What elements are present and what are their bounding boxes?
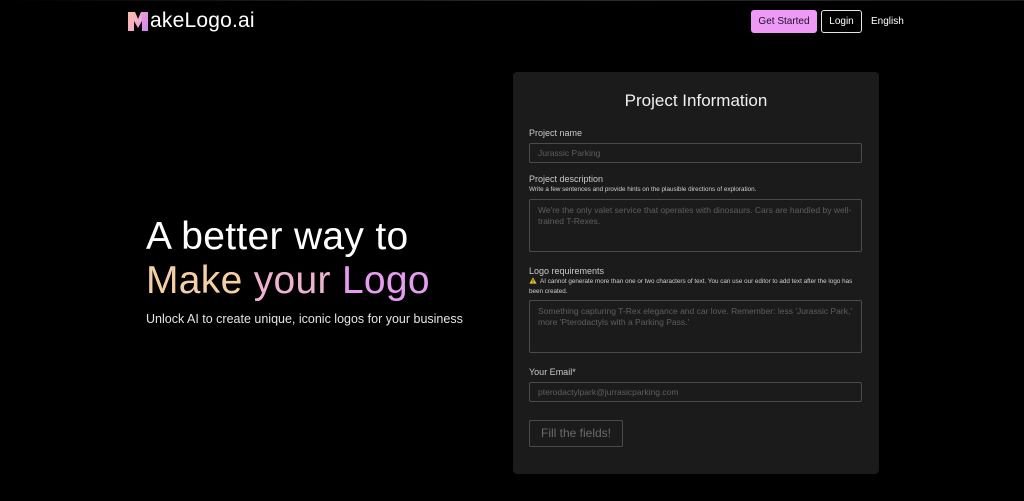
logo-text: akeLogo.ai <box>150 9 255 32</box>
hero-word-logo: Logo <box>341 259 430 302</box>
login-button[interactable]: Login <box>821 10 862 33</box>
project-information-form: Project Information Project name Project… <box>513 72 879 474</box>
site-logo[interactable]: akeLogo.ai <box>127 8 255 34</box>
logo-requirements-warning-text: AI cannot generate more than one or two … <box>529 278 853 295</box>
email-label: Your Email* <box>529 367 576 377</box>
logo-requirements-input[interactable] <box>529 300 862 353</box>
project-name-input[interactable] <box>529 143 862 163</box>
hero-word-your: your <box>253 259 331 302</box>
email-input[interactable] <box>529 382 862 402</box>
hero-heading-line2: Make your Logo <box>146 259 430 303</box>
project-description-input[interactable] <box>529 199 862 252</box>
hero-word-make: Make <box>146 259 243 302</box>
logo-requirements-warning: AI cannot generate more than one or two … <box>529 277 865 297</box>
hero-heading-line1: A better way to <box>146 215 409 258</box>
project-description-hint: Write a few sentences and provide hints … <box>529 186 757 193</box>
top-divider <box>0 0 1024 1</box>
submit-button[interactable]: Fill the fields! <box>529 420 623 447</box>
warning-icon <box>529 277 537 284</box>
hero-subtitle: Unlock AI to create unique, iconic logos… <box>146 312 463 326</box>
form-title: Project Information <box>624 91 768 110</box>
page: akeLogo.ai Get Started Login English A b… <box>0 0 1024 501</box>
m-logo-mark-icon <box>128 12 148 31</box>
project-name-label: Project name <box>529 128 583 138</box>
logo-requirements-label: Logo requirements <box>529 266 605 276</box>
language-selector[interactable]: English <box>871 16 904 27</box>
get-started-button[interactable]: Get Started <box>751 10 817 33</box>
project-description-label: Project description <box>529 174 604 184</box>
